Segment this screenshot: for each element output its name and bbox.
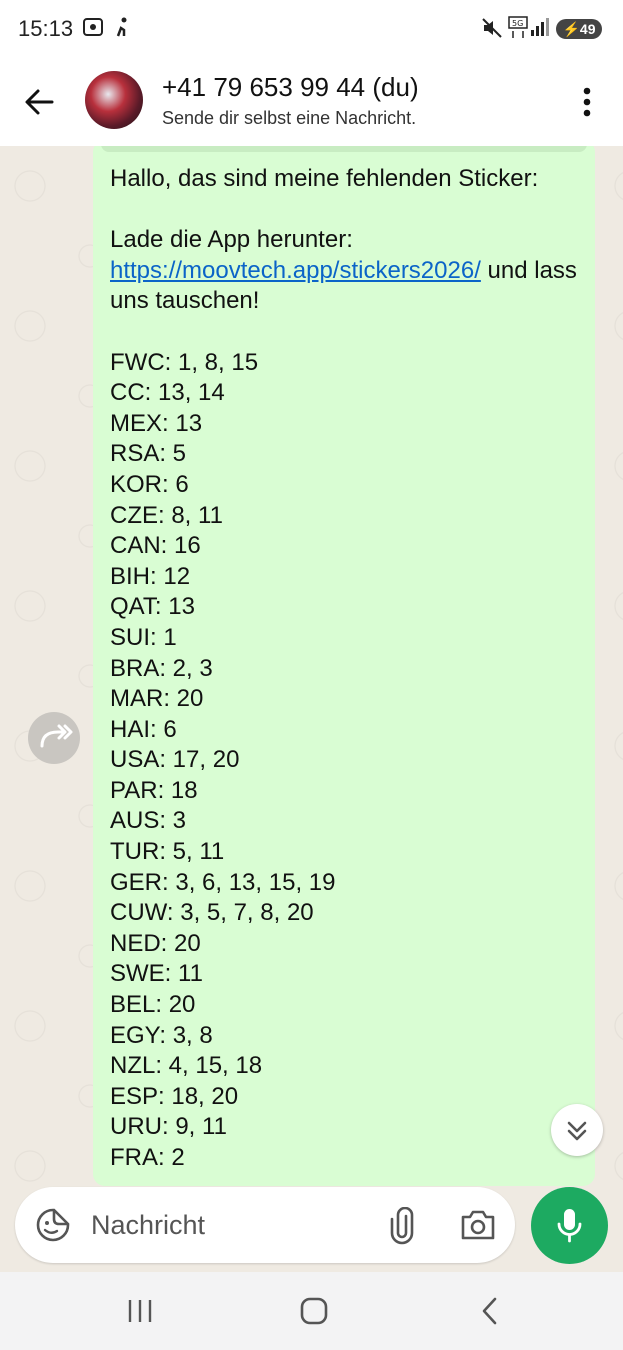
sticker-list-item: GER: 3, 6, 13, 15, 19 xyxy=(110,868,336,896)
sticker-list-item: BIH: 12 xyxy=(110,562,191,590)
message-bubble-top xyxy=(101,146,587,152)
sticker-list-item: NZL: 4, 15, 18 xyxy=(110,1052,263,1080)
sticker-list-item: CC: 13, 14 xyxy=(110,379,225,407)
5g-icon: 5G xyxy=(508,16,528,47)
chat-area[interactable]: Hallo, das sind meine fehlenden Sticker:… xyxy=(0,146,623,1270)
battery-indicator: ⚡49 xyxy=(556,19,602,39)
status-time: 15:13 xyxy=(18,16,74,41)
sticker-list-item: KOR: 6 xyxy=(110,470,189,498)
sticker-list-item: SUI: 1 xyxy=(110,623,177,651)
sticker-smiley-icon xyxy=(36,1208,70,1242)
back-button[interactable] xyxy=(18,80,62,124)
mute-icon xyxy=(480,16,504,47)
walking-icon xyxy=(110,16,132,45)
sticker-list-item: RSA: 5 xyxy=(110,440,187,468)
recents-button[interactable] xyxy=(116,1290,164,1332)
message-greeting: Hallo, das sind meine fehlenden Sticker: xyxy=(110,165,539,192)
recents-icon xyxy=(128,1300,152,1322)
contact-name[interactable]: +41 79 653 99 44 (du) xyxy=(162,72,419,103)
sticker-list-item: BRA: 2, 3 xyxy=(110,654,213,682)
sticker-list: FWC: 1, 8, 15 CC: 13, 14 MEX: 13 RSA: 5 KOR:… xyxy=(110,348,590,1174)
sticker-list-item: NED: 20 xyxy=(110,929,201,957)
sticker-list-item: AUS: 3 xyxy=(110,807,187,835)
sticker-list-item: CAN: 16 xyxy=(110,532,201,560)
system-navigation-bar xyxy=(0,1272,623,1350)
screenshot-icon xyxy=(82,16,104,45)
nav-back-icon xyxy=(482,1297,497,1325)
sticker-list-item: USA: 17, 20 xyxy=(110,746,240,774)
sticker-list-item: URU: 9, 11 xyxy=(110,1113,227,1141)
status-bar: 15:13 5G ⚡49 xyxy=(0,0,623,58)
download-prefix: Lade die App herunter: xyxy=(110,226,353,254)
sticker-list-item: SWE: 11 xyxy=(110,960,203,988)
home-icon xyxy=(300,1297,328,1325)
emoji-button[interactable] xyxy=(35,1207,71,1243)
microphone-button[interactable] xyxy=(531,1187,608,1264)
message-input[interactable] xyxy=(91,1205,371,1245)
sticker-list-item: FRA: 2 xyxy=(110,1144,185,1171)
avatar[interactable] xyxy=(85,71,143,129)
charging-icon: ⚡ xyxy=(562,21,580,37)
more-vertical-icon xyxy=(583,87,591,117)
nav-back-button[interactable] xyxy=(465,1290,513,1332)
message-composer xyxy=(15,1187,515,1263)
sticker-list-item: QAT: 13 xyxy=(110,593,195,621)
sticker-list-item: CUW: 3, 5, 7, 8, 20 xyxy=(110,899,314,927)
sticker-list-item: MEX: 13 xyxy=(110,409,203,437)
sticker-list-item: TUR: 5, 11 xyxy=(110,838,225,866)
microphone-icon xyxy=(557,1209,582,1243)
sticker-list-item: FWC: 1, 8, 15 xyxy=(110,348,259,376)
arrow-left-icon xyxy=(25,89,54,115)
message-bubble[interactable]: Hallo, das sind meine fehlenden Sticker:… xyxy=(93,146,595,1186)
sticker-list-item: BEL: 20 xyxy=(110,991,196,1019)
chevrons-down-icon xyxy=(567,1121,587,1141)
sticker-list-item: CZE: 8, 11 xyxy=(110,501,223,529)
scroll-down-button[interactable] xyxy=(551,1104,603,1156)
sticker-list-item: ESP: 18, 20 xyxy=(110,1082,239,1110)
paperclip-icon xyxy=(390,1206,414,1245)
forward-button[interactable] xyxy=(28,712,80,764)
sticker-list-item: EGY: 3, 8 xyxy=(110,1021,213,1049)
attach-button[interactable] xyxy=(385,1206,419,1245)
download-link[interactable]: https://moovtech.app/stickers2026/ xyxy=(110,257,481,284)
sticker-list-item: PAR: 18 xyxy=(110,776,198,804)
forward-icon xyxy=(40,724,73,748)
signal-icon xyxy=(530,16,550,45)
home-button[interactable] xyxy=(290,1290,338,1332)
svg-text:5G: 5G xyxy=(512,19,523,28)
camera-icon xyxy=(461,1210,495,1240)
more-options-button[interactable] xyxy=(572,82,602,122)
contact-subtitle: Sende dir selbst eine Nachricht. xyxy=(162,108,417,128)
sticker-list-item: MAR: 20 xyxy=(110,685,204,713)
battery-level: 49 xyxy=(579,21,596,37)
sticker-list-item: HAI: 6 xyxy=(110,715,177,743)
camera-button[interactable] xyxy=(459,1207,497,1243)
chat-header: +41 79 653 99 44 (du) Sende dir selbst e… xyxy=(0,58,623,146)
message-download-line: Lade die App herunter: https://moovtech.… xyxy=(110,225,590,317)
message-text: Hallo, das sind meine fehlenden Sticker:… xyxy=(110,164,590,1174)
